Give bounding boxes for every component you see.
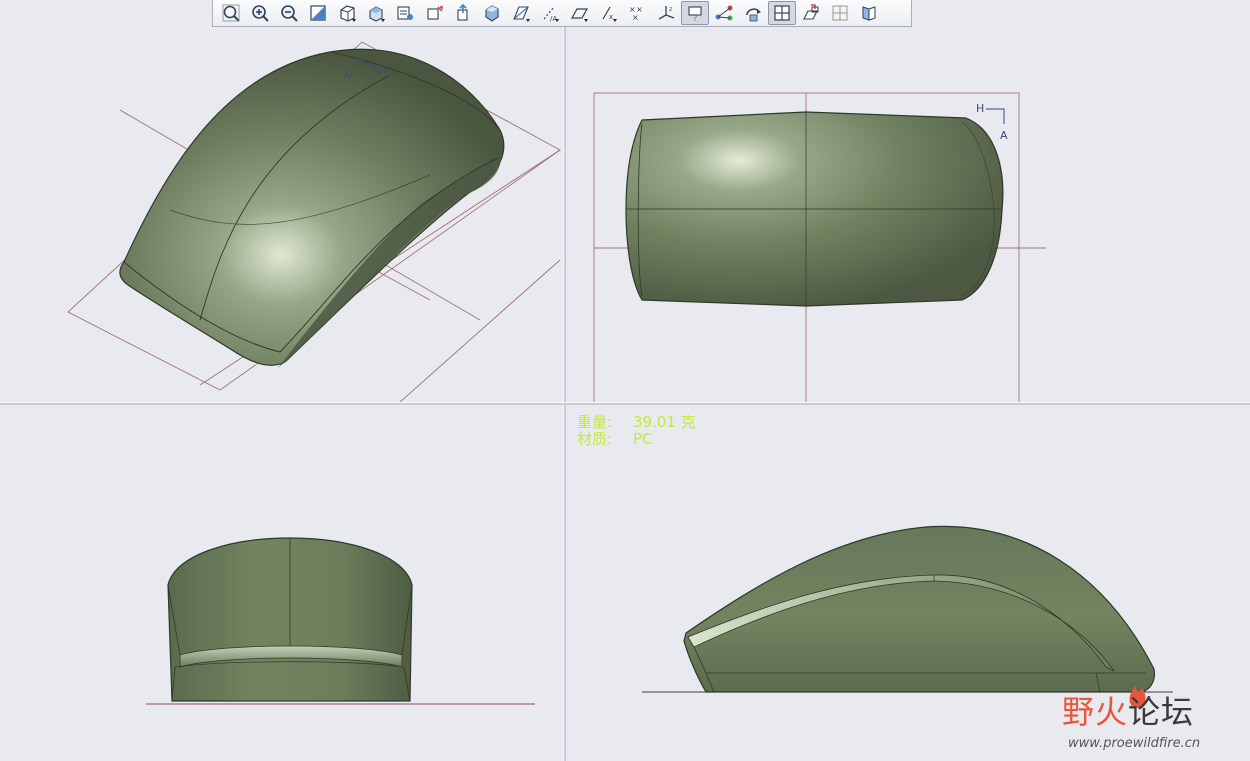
watermark-url: www.proewildfire.cn (1068, 736, 1201, 751)
point-display-icon: x (602, 6, 617, 22)
refit-button[interactable] (217, 1, 245, 25)
annotation-display-icon: ? (688, 6, 702, 23)
svg-text:z: z (669, 6, 672, 13)
viewport-isometric[interactable]: H A (0, 0, 563, 402)
zoom-out-button[interactable] (275, 1, 303, 25)
saved-views-icon (340, 5, 356, 22)
svg-text:?: ? (693, 14, 697, 23)
point-tag-icon: × ×× (629, 5, 643, 22)
mass-properties: 重量: 39.01 克 材质: PC (577, 414, 696, 448)
refit-icon (222, 4, 240, 22)
csys-display-button[interactable]: z (652, 1, 680, 25)
point-display-button[interactable]: x (594, 1, 622, 25)
datum-label-h: H (976, 102, 984, 115)
axis-display-button[interactable]: /A (536, 1, 564, 25)
zoom-out-icon (281, 5, 298, 22)
watermark: 野火论坛 www.proewildfire.cn (1060, 680, 1240, 758)
weight-row: 重量: 39.01 克 (577, 414, 696, 431)
material-row: 材质: PC (577, 431, 696, 448)
window-icon (803, 4, 819, 20)
datum-label-a: A (1000, 129, 1008, 142)
mouse-model-side[interactable] (683, 525, 1156, 693)
svg-text:x: x (609, 13, 613, 21)
four-view-button[interactable] (768, 1, 796, 25)
plane-display-icon (570, 8, 589, 22)
material-label: 材质: (577, 430, 613, 448)
csys-display-icon: z (658, 6, 675, 20)
watermark-title-part1: 野火 (1062, 693, 1129, 731)
zoom-in-icon (252, 5, 269, 22)
book-icon (862, 6, 876, 21)
shaded-view-icon (485, 5, 499, 22)
viewport-front[interactable] (0, 405, 563, 761)
window-button[interactable] (797, 1, 825, 25)
section-button[interactable] (507, 1, 535, 25)
weight-value: 39.01 克 (633, 413, 696, 431)
watermark-title: 野火论坛 (1062, 694, 1194, 730)
viewport-top[interactable]: H A (566, 0, 1250, 402)
spin-center-button[interactable] (449, 1, 477, 25)
datum-tag-top (986, 108, 1005, 124)
saved-views-button[interactable] (333, 1, 361, 25)
annotation-display-button[interactable]: ? (681, 1, 709, 25)
section-icon (513, 6, 530, 22)
axis-display-icon: /A (543, 6, 559, 23)
watermark-title-part2: 论坛 (1128, 693, 1195, 731)
shaded-view-button[interactable] (478, 1, 506, 25)
view-toolbar: /A x × × × z? (212, 0, 912, 27)
mouse-model-front[interactable] (167, 537, 413, 702)
book-button[interactable] (855, 1, 883, 25)
display-style-button[interactable] (362, 1, 390, 25)
grid-icon (832, 5, 848, 21)
weight-label: 重量: (577, 413, 613, 431)
repaint-icon (310, 5, 326, 21)
network-icon (715, 5, 733, 21)
repaint-button[interactable] (304, 1, 332, 25)
svg-text:×: × (632, 13, 639, 22)
view-manager-button[interactable] (391, 1, 419, 25)
network-button[interactable] (710, 1, 738, 25)
plane-display-button[interactable] (565, 1, 593, 25)
view-manager-icon (397, 6, 413, 20)
spin-button[interactable] (739, 1, 767, 25)
four-view-icon (774, 5, 790, 21)
grid-button[interactable] (826, 1, 854, 25)
point-tag-button[interactable]: × × × (623, 1, 651, 25)
orient-button[interactable] (420, 1, 448, 25)
material-value: PC (633, 430, 653, 448)
mouse-model-isometric[interactable] (119, 48, 505, 368)
zoom-in-button[interactable] (246, 1, 274, 25)
spin-icon (746, 8, 761, 22)
orient-icon (427, 6, 443, 20)
spin-center-icon (457, 3, 468, 21)
mouse-model-top[interactable] (625, 111, 1004, 307)
display-style-icon (369, 6, 385, 22)
